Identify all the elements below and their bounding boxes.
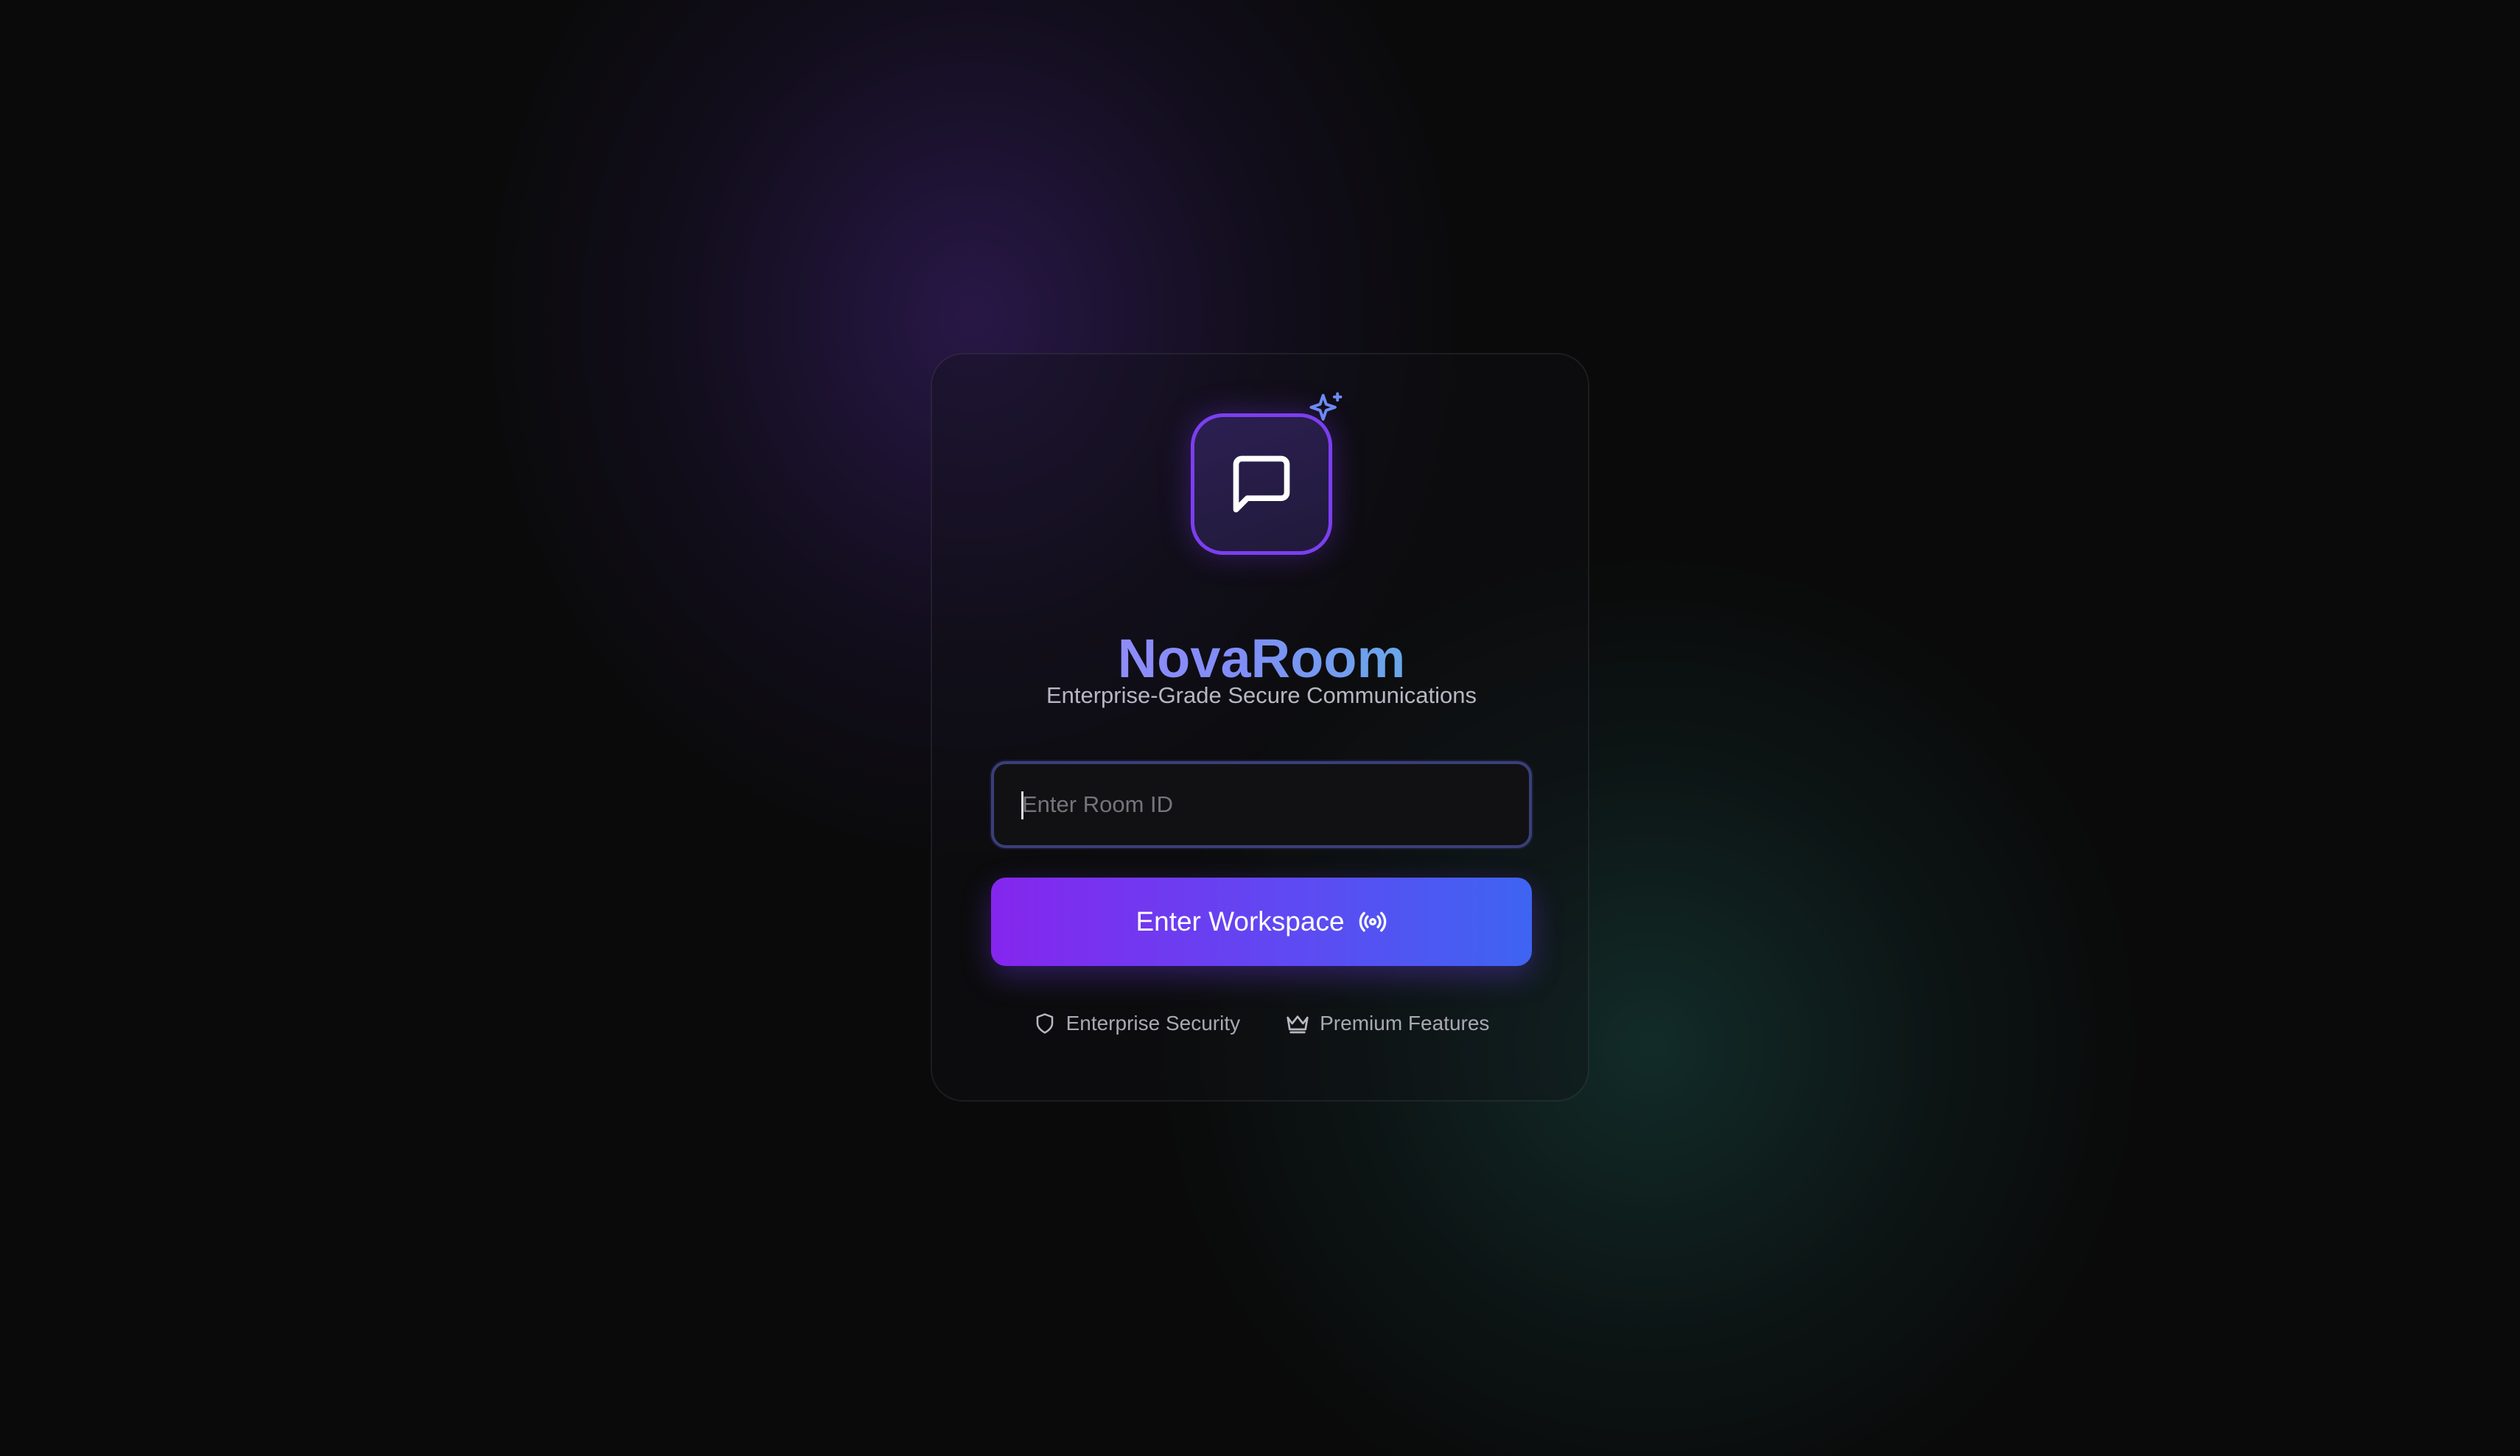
app-tagline: Enterprise-Grade Secure Communications <box>1046 682 1477 708</box>
logo-badge <box>1191 413 1332 555</box>
sparkles-icon <box>1309 392 1343 421</box>
logo <box>1191 413 1332 555</box>
text-caret <box>1021 791 1023 819</box>
shield-icon <box>1036 1013 1053 1034</box>
room-id-input[interactable] <box>991 761 1532 848</box>
feature-label: Premium Features <box>1320 1012 1490 1035</box>
feature-premium: Premium Features <box>1286 1012 1489 1035</box>
feature-enterprise-security: Enterprise Security <box>1034 1012 1241 1035</box>
enter-workspace-label: Enter Workspace <box>1135 906 1345 937</box>
message-square-icon <box>1233 455 1290 513</box>
feature-label: Enterprise Security <box>1065 1012 1241 1035</box>
app-title: NovaRoom <box>932 631 1591 686</box>
crown-icon <box>1287 1015 1309 1034</box>
login-card: NovaRoom Enterprise-Grade Secure Communi… <box>931 353 1589 1102</box>
enter-workspace-button[interactable]: Enter Workspace <box>991 878 1532 966</box>
feature-list: Enterprise Security Premium Features <box>932 1012 1591 1035</box>
login-screen: NovaRoom Enterprise-Grade Secure Communi… <box>0 0 2520 1456</box>
radio-broadcast-icon <box>1359 911 1386 932</box>
